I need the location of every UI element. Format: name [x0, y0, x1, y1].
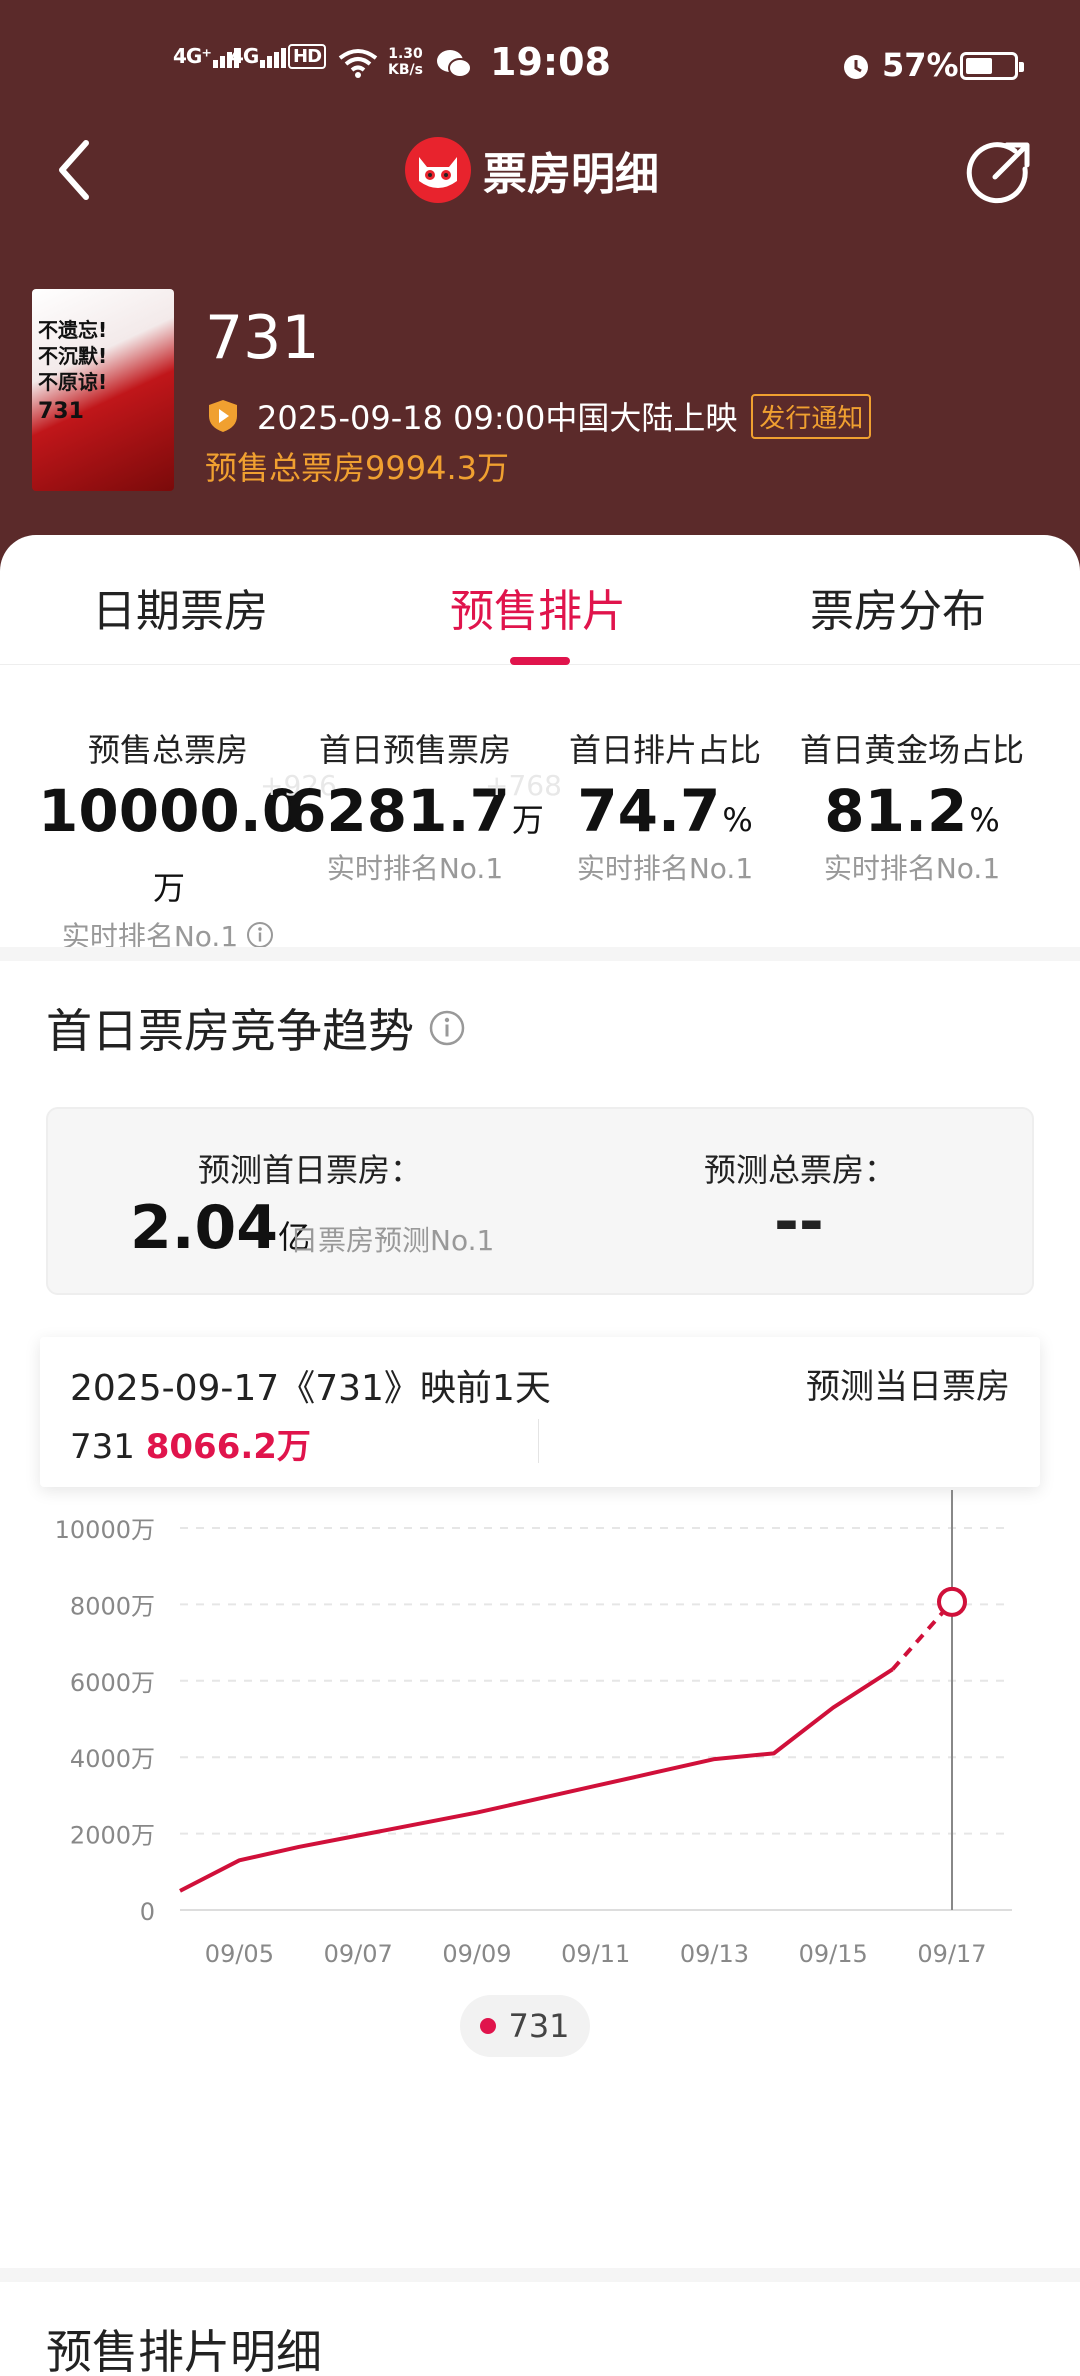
- highlight-point: [937, 1586, 967, 1617]
- page-title: 票房明细: [483, 149, 659, 200]
- x-tick-label: 09/17: [917, 1940, 986, 1968]
- tab-bar: 日期票房 预售排片 票房分布: [0, 535, 1080, 665]
- chart-legend[interactable]: 731: [460, 1995, 590, 2057]
- stat-value: 74.7%: [577, 777, 753, 845]
- active-tab-indicator: [510, 657, 570, 665]
- y-tick-label: 6000万: [70, 1669, 155, 1697]
- x-tick-label: 09/09: [442, 1940, 511, 1968]
- stat-presale-total[interactable]: 预售总票房 +926 10000.0万 实时排名No.1: [38, 725, 337, 955]
- stat-first-day-prime-ratio[interactable]: 首日黄金场占比 81.2% 实时排名No.1: [782, 725, 1042, 887]
- release-row: 2025-09-18 09:00中国大陆上映 发行通知: [205, 393, 872, 439]
- tab-daily-box-office[interactable]: 日期票房: [92, 575, 268, 639]
- signal-4g-icon: 4G: [230, 44, 288, 68]
- content-card: 日期票房 预售排片 票房分布 预售总票房 +926 10000.0万 实时排名N…: [0, 535, 1080, 2376]
- wechat-icon: [437, 50, 472, 78]
- x-tick-label: 09/05: [205, 1940, 274, 1968]
- predict-total-value: --: [774, 1187, 824, 1257]
- presale-total-summary: 预售总票房9994.3万: [205, 449, 509, 487]
- wifi-icon: [338, 49, 378, 78]
- movie-info: 不遗忘! 不沉默! 不原谅! 731 731 2025-09-18 09:00中…: [0, 285, 1080, 495]
- tooltip-value-row: 731 8066.2万: [70, 1427, 311, 1467]
- section-divider: [0, 947, 1080, 961]
- nav-title-group: 票房明细: [405, 137, 659, 203]
- legend-label: 731: [508, 2007, 570, 2045]
- stat-value: 81.2%: [824, 777, 1000, 845]
- x-tick-label: 09/11: [561, 1940, 630, 1968]
- battery-percent: 57%: [882, 46, 959, 84]
- network-speed: 1.30 KB/s: [388, 46, 423, 78]
- info-icon[interactable]: [246, 921, 274, 949]
- shield-icon: [209, 400, 237, 432]
- back-chevron-icon[interactable]: [48, 135, 108, 205]
- stat-label: 预售总票房: [87, 731, 248, 769]
- stat-first-day-presale[interactable]: 首日预售票房 +768 6281.7万 实时排名No.1: [285, 725, 562, 887]
- tab-presale-schedule[interactable]: 预售排片: [450, 575, 626, 639]
- hd-icon: HD: [288, 44, 327, 69]
- clock: 19:08: [490, 40, 611, 84]
- info-icon[interactable]: [428, 1009, 466, 1047]
- stat-value: +926 10000.0万: [38, 769, 337, 907]
- nav-bar: 票房明细: [0, 125, 1080, 215]
- predict-first-day-value: 2.04亿: [130, 1193, 311, 1263]
- x-tick-label: 09/15: [799, 1940, 868, 1968]
- movie-title: 731: [205, 303, 320, 373]
- presale-schedule-detail-title: 预售排片明细: [46, 2325, 322, 2376]
- y-tick-label: 0: [140, 1898, 155, 1926]
- y-tick-label: 4000万: [70, 1745, 155, 1773]
- prediction-card: 预测首日票房： 2.04亿 日票房预测No.1 预测总票房： --: [46, 1107, 1034, 1295]
- release-notice-tag[interactable]: 发行通知: [751, 393, 872, 439]
- poster-slogan: 不遗忘! 不沉默! 不原谅!: [38, 318, 108, 394]
- tooltip-date: 2025-09-17《731》映前1天: [70, 1368, 551, 1409]
- y-tick-label: 8000万: [70, 1592, 155, 1620]
- x-tick-label: 09/13: [680, 1940, 749, 1968]
- status-bar: 4G⁺ 4G HD 1.30 KB/s 19:08 57%: [0, 0, 1080, 130]
- stat-rank: 实时排名No.1: [823, 852, 1001, 885]
- stat-label: 首日预售票房: [318, 731, 511, 769]
- battery-icon: [960, 52, 1024, 80]
- alarm-icon: [844, 55, 868, 79]
- section-divider: [0, 2268, 1080, 2282]
- y-tick-label: 2000万: [70, 1822, 155, 1850]
- x-tick-label: 09/07: [324, 1940, 393, 1968]
- release-info: 2025-09-18 09:00中国大陆上映: [257, 399, 738, 437]
- cat-eye-logo-icon: [405, 137, 471, 203]
- stat-rank: 实时排名No.1: [576, 852, 754, 885]
- poster-number: 731: [38, 399, 84, 424]
- stat-label: 首日黄金场占比: [799, 731, 1024, 769]
- stat-rank: 实时排名No.1: [326, 852, 504, 885]
- line-chart[interactable]: 0 2000万 4000万 6000万 8000万 10000万 09/05 09/07 09/…: [0, 1490, 1080, 1970]
- legend-dot: [480, 2018, 497, 2034]
- chart-tooltip: 2025-09-17《731》映前1天 预测当日票房 731 8066.2万: [40, 1337, 1040, 1487]
- series-line: [179, 1667, 894, 1893]
- share-icon[interactable]: [965, 137, 1035, 207]
- tooltip-separator: [538, 1419, 539, 1463]
- movie-poster[interactable]: 不遗忘! 不沉默! 不原谅! 731: [32, 289, 174, 491]
- stats-row: 预售总票房 +926 10000.0万 实时排名No.1 首日预售票房 +768…: [0, 725, 1080, 953]
- stat-value: +768 6281.7万: [286, 769, 562, 845]
- stat-label: 首日排片占比: [568, 731, 761, 769]
- predict-first-day-rank: 日票房预测No.1: [290, 1224, 495, 1257]
- trend-section-title: 首日票房竞争趋势: [46, 995, 466, 1061]
- predict-total-label: 预测总票房：: [704, 1151, 897, 1189]
- tooltip-predict-label: 预测当日票房: [806, 1367, 1010, 1407]
- y-tick-label: 10000万: [55, 1516, 155, 1544]
- predict-first-day-label: 预测首日票房：: [198, 1151, 423, 1189]
- tab-box-office-distribution[interactable]: 票房分布: [810, 575, 986, 639]
- stat-first-day-schedule-ratio[interactable]: 首日排片占比 74.7% 实时排名No.1: [535, 725, 795, 887]
